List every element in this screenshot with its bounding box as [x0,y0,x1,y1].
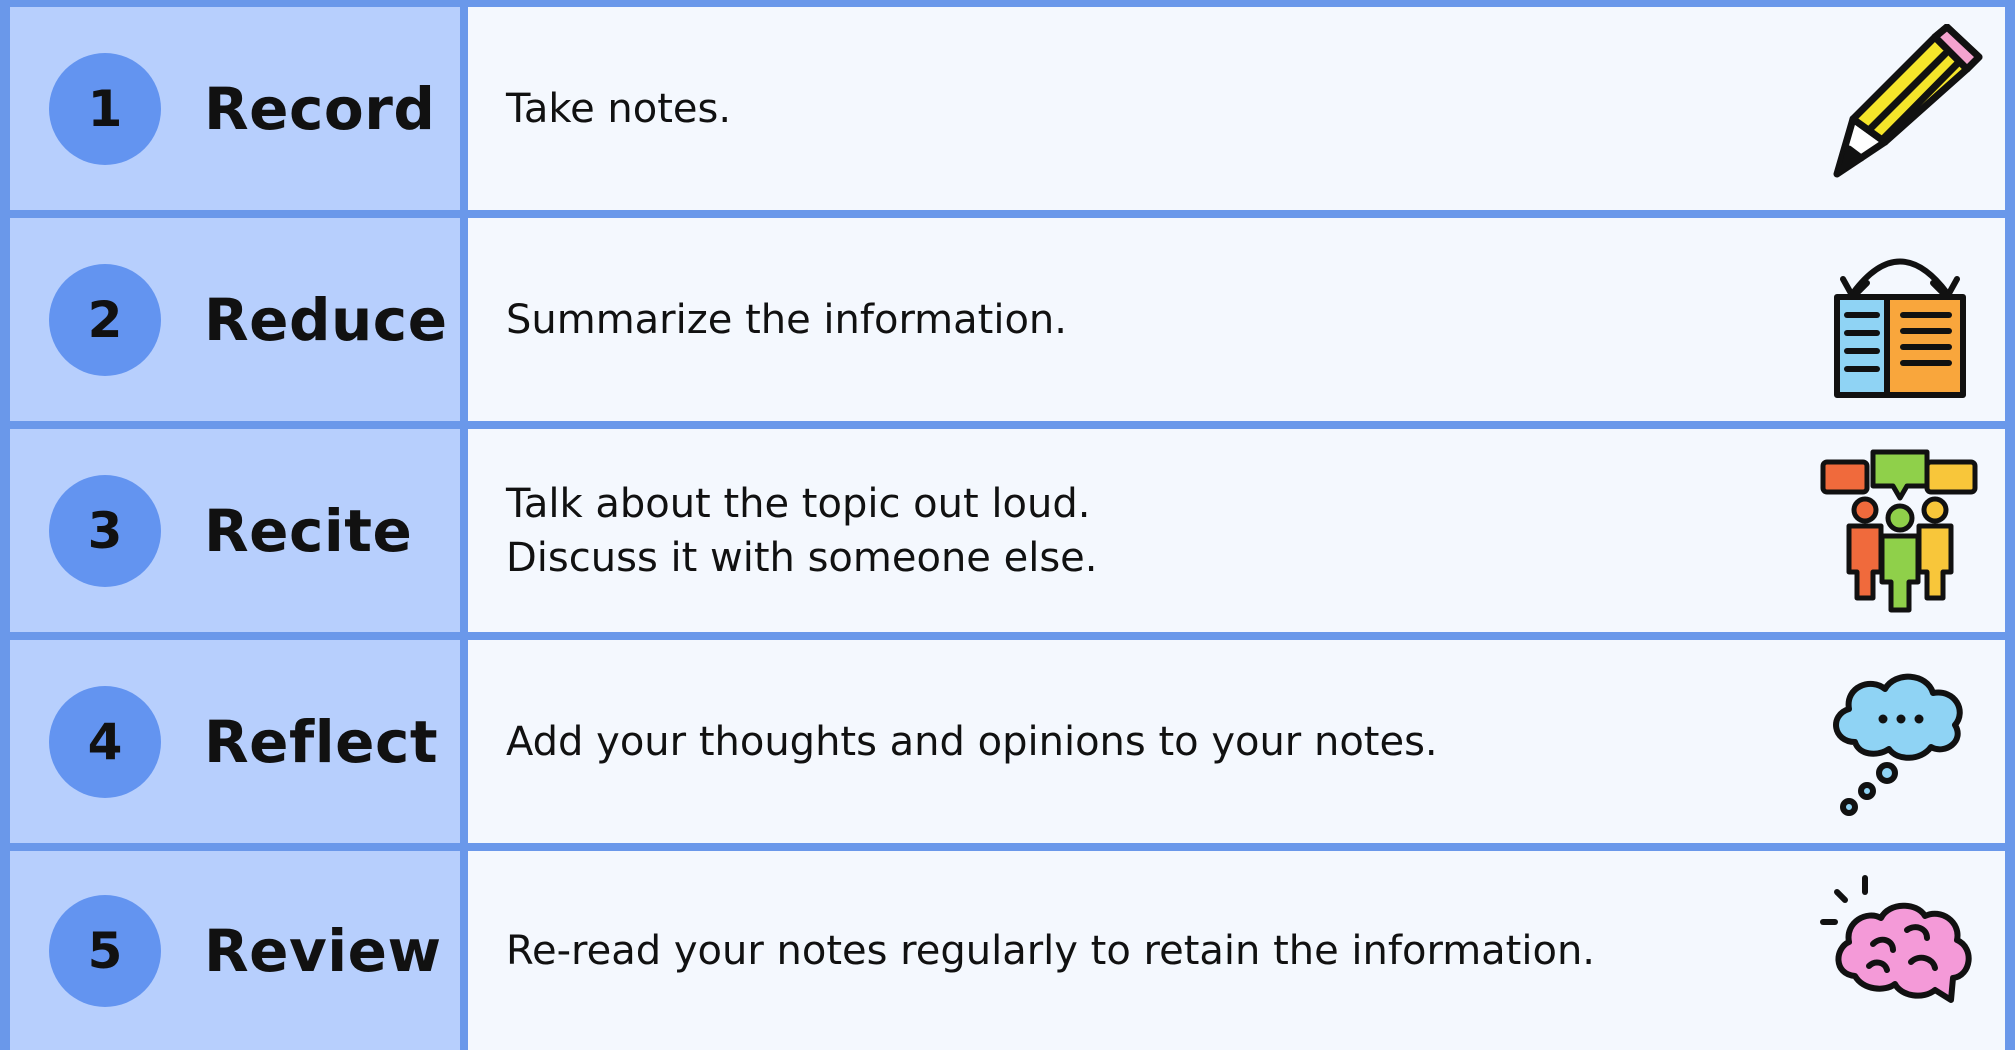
thought-bubble-icon [1815,657,1985,827]
book-flip-icon [1815,235,1985,405]
description-line: Take notes. [506,85,732,132]
brain-icon [1815,866,1985,1036]
step-label: Reduce [204,285,448,354]
step-header-cell: 4 Reflect [10,640,460,843]
description-line: Talk about the topic out loud. [506,480,1091,527]
step-row-reduce: 2 Reduce Summarize the information. [10,218,2005,421]
step-description-cell: Summarize the information. [468,218,2005,421]
step-row-recite: 3 Recite Talk about the topic out loud. … [10,429,2005,632]
step-description: Add your thoughts and opinions to your n… [506,715,1438,769]
step-description-cell: Talk about the topic out loud. Discuss i… [468,429,2005,632]
step-row-reflect: 4 Reflect Add your thoughts and opinions… [10,640,2005,843]
step-row-review: 5 Review Re-read your notes regularly to… [10,851,2005,1050]
step-number-badge: 3 [49,474,161,587]
step-description: Summarize the information. [506,293,1067,347]
description-line: Summarize the information. [506,296,1067,343]
step-header-cell: 2 Reduce [10,218,460,421]
step-number-badge: 2 [49,263,161,376]
step-number-badge: 5 [49,894,161,1007]
step-label: Reflect [204,707,439,776]
step-number-badge: 1 [49,52,161,165]
pencil-icon [1815,23,1985,194]
step-number-badge: 4 [49,685,161,798]
step-description-cell: Add your thoughts and opinions to your n… [468,640,2005,843]
description-line: Add your thoughts and opinions to your n… [506,718,1438,765]
step-description-cell: Re-read your notes regularly to retain t… [468,851,2005,1050]
step-description-cell: Take notes. [468,7,2005,210]
description-line: Discuss it with someone else. [506,534,1098,581]
step-description: Take notes. [506,82,731,136]
step-label: Recite [204,496,413,565]
description-line: Re-read your notes regularly to retain t… [506,927,1596,974]
step-header-cell: 3 Recite [10,429,460,632]
study-steps-table: 1 Record Take notes. 2 Reduce Summarize … [0,0,2015,1050]
step-header-cell: 1 Record [10,7,460,210]
step-description: Re-read your notes regularly to retain t… [506,924,1595,978]
step-description: Talk about the topic out loud. Discuss i… [506,477,1098,585]
step-label: Review [204,916,442,985]
step-header-cell: 5 Review [10,851,460,1050]
step-label: Record [204,74,436,143]
group-discussion-icon [1815,446,1985,616]
step-row-record: 1 Record Take notes. [10,7,2005,210]
